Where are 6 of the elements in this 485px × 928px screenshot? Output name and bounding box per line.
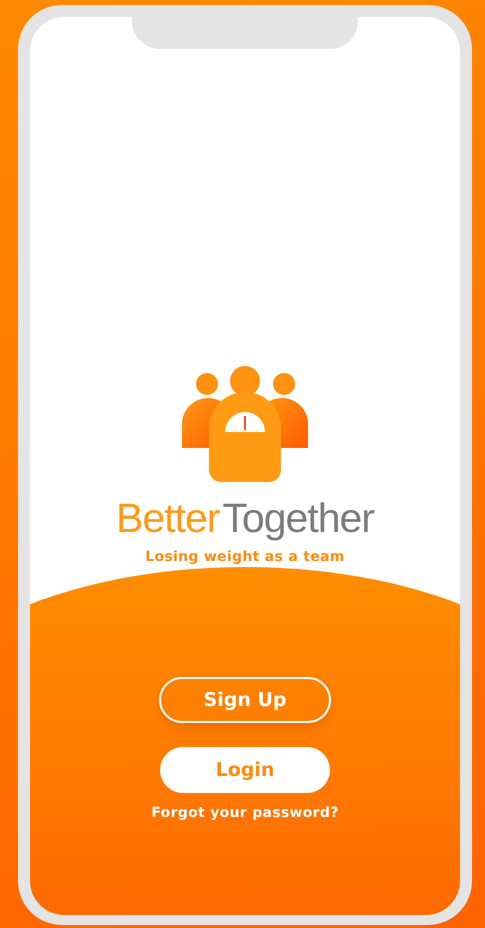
tagline: Losing weight as a team: [145, 549, 345, 565]
auth-button[interactable]: Login: [160, 747, 330, 793]
brand-name-text: Together: [222, 496, 374, 541]
auth-button[interactable]: Sign Up: [159, 677, 331, 723]
brand-name-text: Better: [116, 496, 220, 541]
forgot-password-link[interactable]: Forgot your password?: [151, 805, 339, 821]
